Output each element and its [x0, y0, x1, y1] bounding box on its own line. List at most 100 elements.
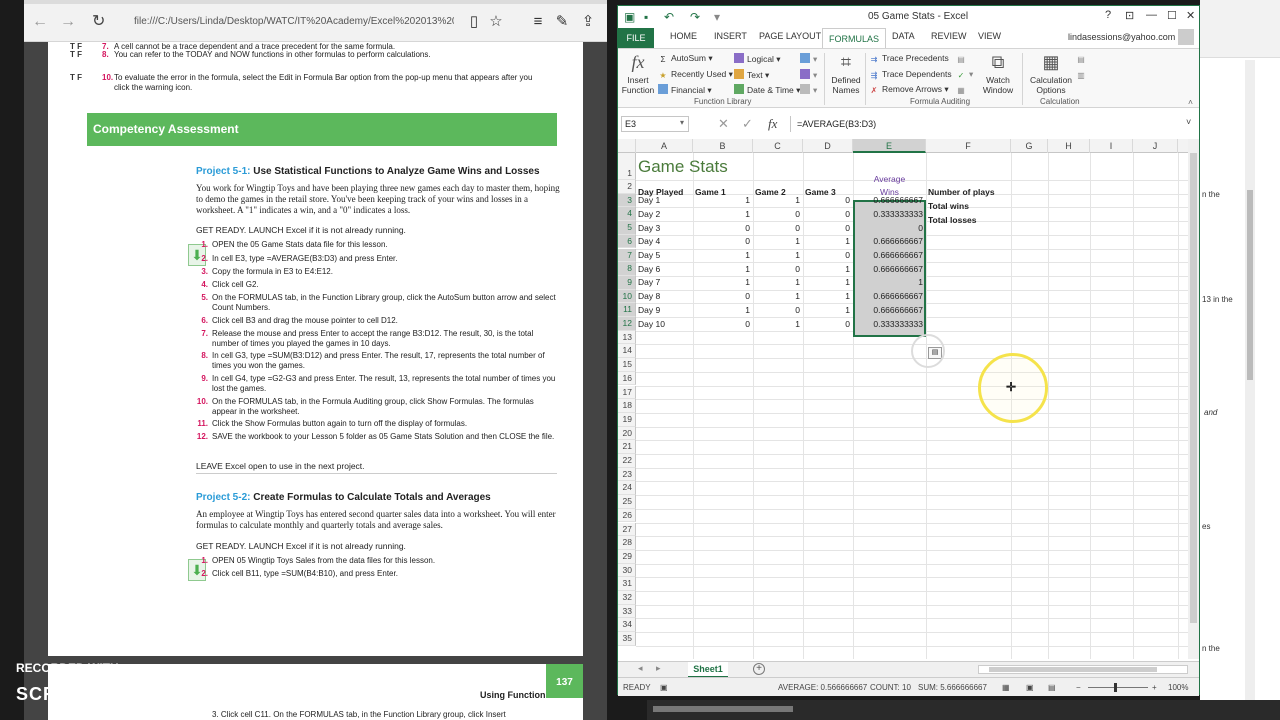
- customize-qat-icon[interactable]: ▾: [714, 10, 720, 24]
- back-arrow-icon[interactable]: ←: [32, 14, 48, 30]
- day-cell[interactable]: Day 7: [638, 276, 693, 289]
- scrollbar-thumb[interactable]: [989, 667, 1157, 672]
- game-cell[interactable]: 1: [693, 304, 753, 317]
- tab-insert[interactable]: INSERT: [714, 31, 747, 41]
- game-cell[interactable]: 1: [693, 263, 753, 276]
- game-cell[interactable]: 1: [803, 304, 853, 317]
- status-count[interactable]: COUNT: 10: [870, 683, 911, 692]
- select-all-corner[interactable]: [618, 139, 636, 153]
- collapse-ribbon-icon[interactable]: ˄: [1188, 97, 1193, 107]
- remove-arrows-button[interactable]: ✗ Remove Arrows ▾: [869, 84, 949, 96]
- redo-icon[interactable]: ↷: [690, 10, 700, 24]
- minimize-icon[interactable]: —: [1146, 9, 1157, 21]
- average-cell[interactable]: 0.666666667: [853, 194, 926, 207]
- column-header[interactable]: C: [753, 139, 803, 153]
- name-box[interactable]: E3: [621, 116, 689, 132]
- game-cell[interactable]: 1: [803, 276, 853, 289]
- row-header[interactable]: 8: [618, 262, 636, 276]
- game-cell[interactable]: 0: [753, 304, 803, 317]
- sheet-title-cell[interactable]: Game Stats: [638, 157, 728, 177]
- expand-formula-bar-icon[interactable]: ˅: [1186, 117, 1191, 127]
- column-header-selected[interactable]: E: [853, 139, 926, 153]
- row-header[interactable]: 17: [618, 385, 636, 400]
- label-cell[interactable]: Total losses: [928, 214, 977, 227]
- game-cell[interactable]: 1: [693, 276, 753, 289]
- row-header[interactable]: 9: [618, 275, 636, 290]
- defined-names-button[interactable]: ⌗ Defined Names: [828, 51, 864, 95]
- trace-dependents-button[interactable]: ⇶ Trace Dependents: [869, 69, 952, 81]
- tab-file[interactable]: FILE: [618, 28, 654, 48]
- calculate-sheet-button[interactable]: ▥: [1076, 69, 1089, 81]
- day-cell[interactable]: Day 5: [638, 249, 693, 262]
- watch-window-button[interactable]: ⧉ Watch Window: [980, 51, 1016, 95]
- game-cell[interactable]: 0: [803, 194, 853, 207]
- row-header[interactable]: 21: [618, 440, 636, 454]
- address-bar[interactable]: file:///C:/Users/Linda/Desktop/WATC/IT%2…: [124, 10, 454, 34]
- average-cell[interactable]: 0.333333333: [853, 208, 926, 221]
- game-cell[interactable]: 0: [803, 249, 853, 262]
- zoom-in-icon[interactable]: +: [1152, 683, 1157, 692]
- day-cell[interactable]: Day 10: [638, 318, 693, 331]
- text-button[interactable]: Text ▾: [734, 69, 769, 81]
- game-cell[interactable]: 1: [753, 235, 803, 248]
- row-header[interactable]: 31: [618, 577, 636, 591]
- game-cell[interactable]: 0: [693, 222, 753, 235]
- tab-formulas[interactable]: FORMULAS: [822, 28, 887, 48]
- row-header[interactable]: 28: [618, 536, 636, 550]
- game-cell[interactable]: 1: [753, 249, 803, 262]
- zoom-level[interactable]: 100%: [1168, 683, 1188, 692]
- sheet-tab-sheet1[interactable]: Sheet1: [688, 662, 728, 678]
- hub-menu-icon[interactable]: ≡: [528, 12, 548, 32]
- date-time-button[interactable]: Date & Time ▾: [734, 84, 800, 96]
- label-cell[interactable]: Total wins: [928, 200, 969, 213]
- game-cell[interactable]: 1: [693, 249, 753, 262]
- game-cell[interactable]: 0: [803, 208, 853, 221]
- game-cell[interactable]: 1: [803, 263, 853, 276]
- page-layout-view-icon[interactable]: ▣: [1026, 683, 1034, 692]
- prev-sheet-icon[interactable]: ◂: [638, 663, 643, 674]
- status-sum[interactable]: SUM: 5.666666667: [918, 683, 987, 692]
- tab-view[interactable]: VIEW: [978, 31, 1001, 41]
- day-cell[interactable]: Day 3: [638, 222, 693, 235]
- trace-precedents-button[interactable]: ⇉ Trace Precedents: [869, 53, 949, 65]
- row-header[interactable]: 22: [618, 454, 636, 468]
- row-header[interactable]: 2: [618, 180, 636, 194]
- day-cell[interactable]: Day 1: [638, 194, 693, 207]
- row-header[interactable]: 23: [618, 467, 636, 482]
- row-header[interactable]: 14: [618, 344, 636, 359]
- row-header[interactable]: 1: [618, 153, 636, 180]
- ribbon-display-icon[interactable]: ⊡: [1125, 9, 1134, 22]
- name-box-dropdown-icon[interactable]: ▾: [680, 118, 684, 127]
- undo-icon[interactable]: ↶: [664, 10, 674, 24]
- forward-arrow-icon[interactable]: →: [60, 14, 76, 30]
- row-header[interactable]: 5: [618, 221, 636, 235]
- row-header[interactable]: 32: [618, 591, 636, 605]
- favorite-star-icon[interactable]: ☆: [486, 12, 506, 32]
- row-header[interactable]: 26: [618, 508, 636, 523]
- average-cell[interactable]: 0: [853, 222, 926, 235]
- vertical-scrollbar[interactable]: [1188, 139, 1199, 659]
- column-header[interactable]: A: [636, 139, 693, 153]
- day-cell[interactable]: Day 2: [638, 208, 693, 221]
- autosum-button[interactable]: Σ AutoSum ▾: [658, 53, 713, 65]
- row-header[interactable]: 20: [618, 426, 636, 441]
- day-cell[interactable]: Day 8: [638, 290, 693, 303]
- game-cell[interactable]: 1: [803, 235, 853, 248]
- game-cell[interactable]: 0: [753, 208, 803, 221]
- close-icon[interactable]: ✕: [1186, 9, 1195, 22]
- column-header[interactable]: G: [1011, 139, 1048, 153]
- game-cell[interactable]: 1: [693, 194, 753, 207]
- save-icon[interactable]: ▪: [644, 10, 648, 24]
- game-cell[interactable]: 1: [753, 318, 803, 331]
- average-cell[interactable]: 0.666666667: [853, 263, 926, 276]
- column-header[interactable]: J: [1133, 139, 1178, 153]
- row-header[interactable]: 33: [618, 604, 636, 619]
- status-average[interactable]: AVERAGE: 0.566666667: [778, 683, 867, 692]
- row-header[interactable]: 12: [618, 317, 636, 331]
- calculation-options-button[interactable]: ▦ Calculation Options: [1026, 51, 1076, 95]
- insert-function-icon[interactable]: fx: [768, 116, 777, 132]
- row-header[interactable]: 16: [618, 371, 636, 386]
- tab-home[interactable]: HOME: [670, 31, 697, 41]
- show-formulas-button[interactable]: ▤: [956, 53, 969, 65]
- game-cell[interactable]: 0: [753, 222, 803, 235]
